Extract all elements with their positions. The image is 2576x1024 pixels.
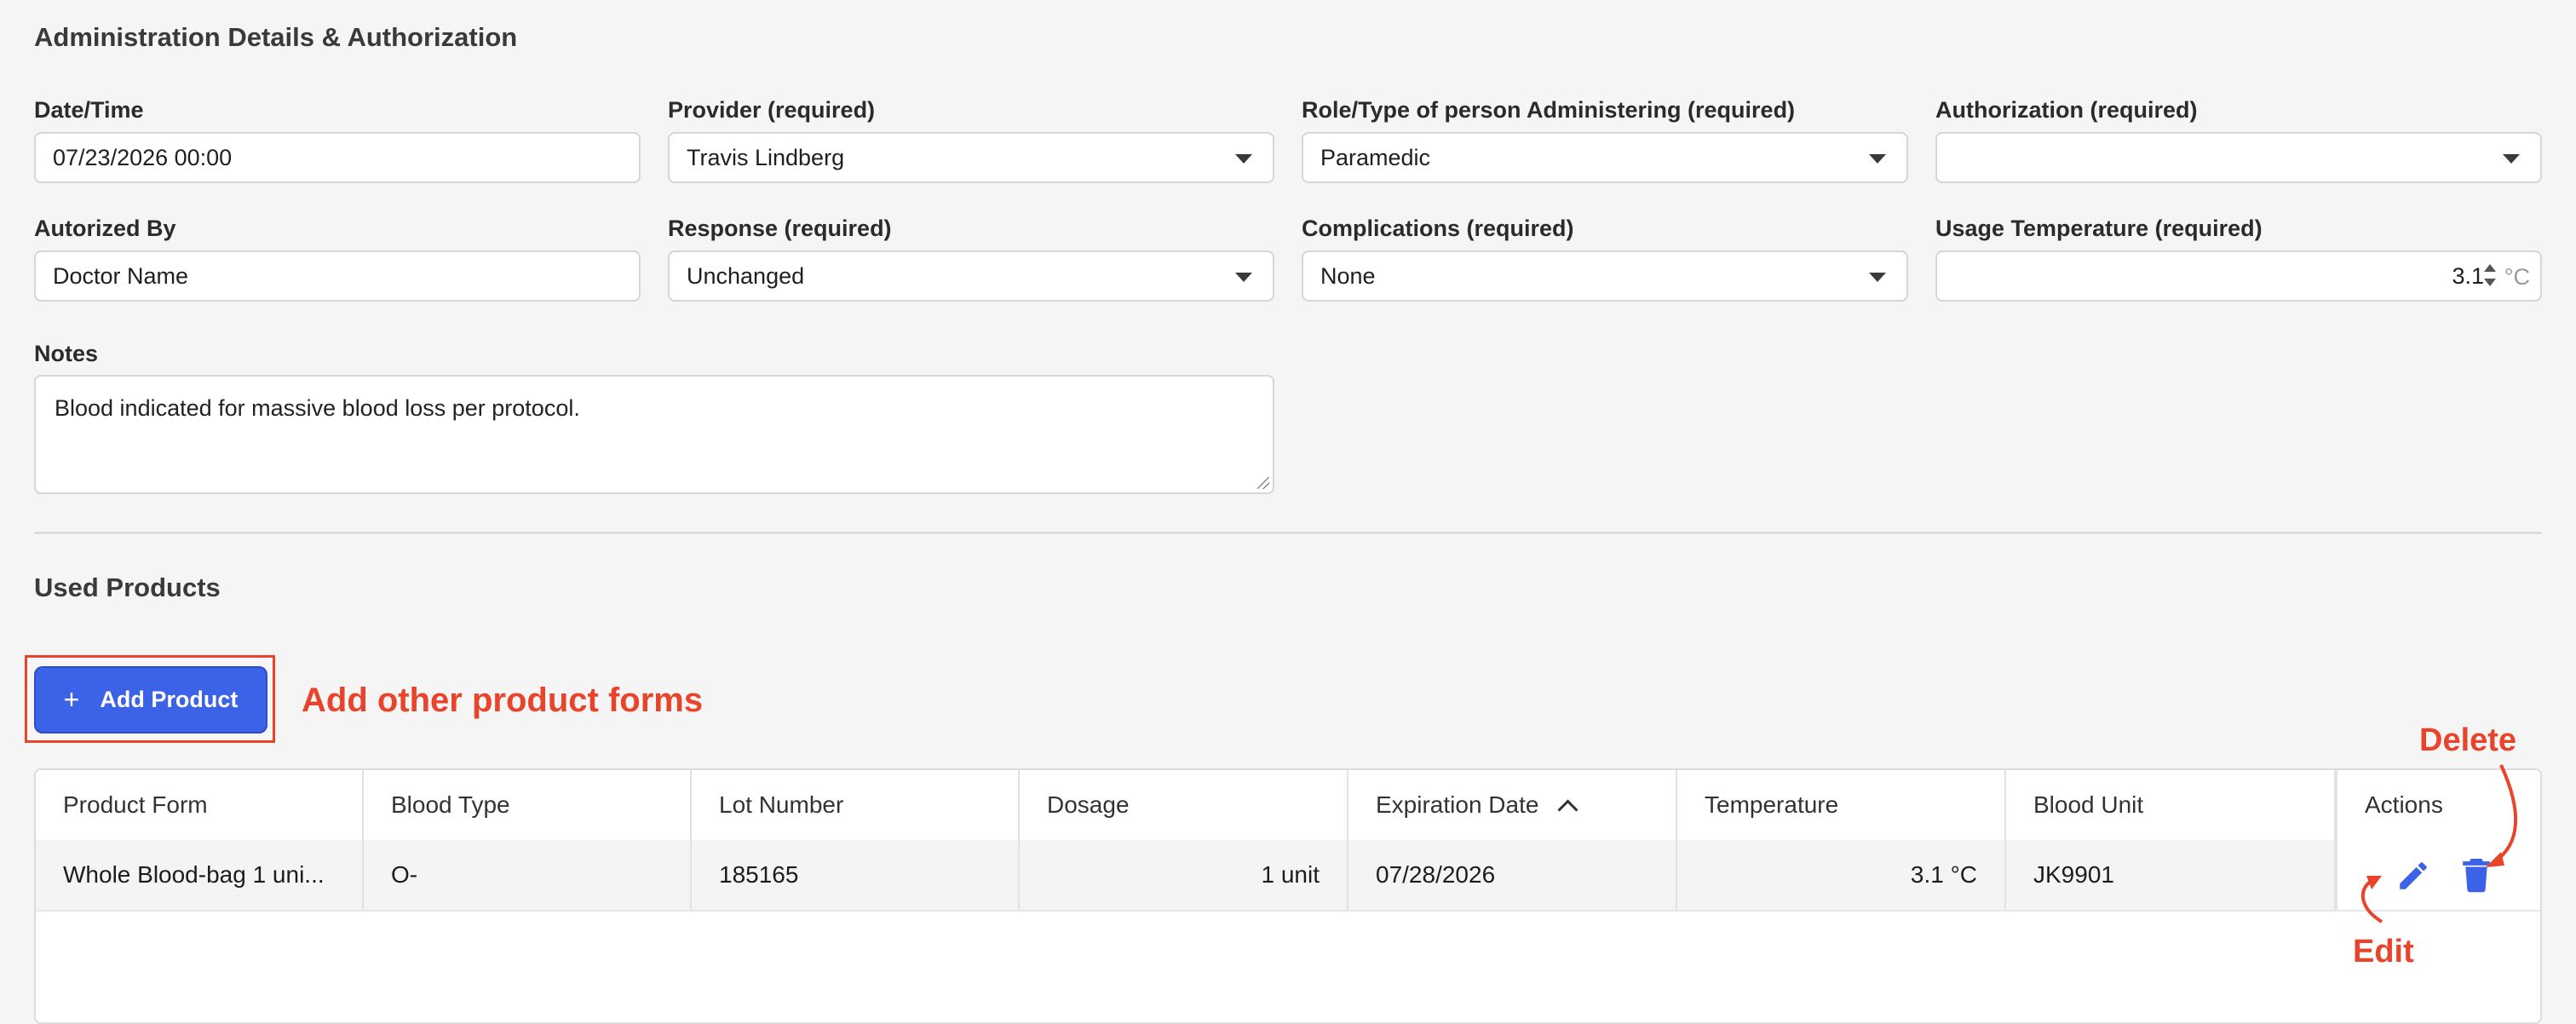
annotation-arrows [2360, 764, 2517, 923]
